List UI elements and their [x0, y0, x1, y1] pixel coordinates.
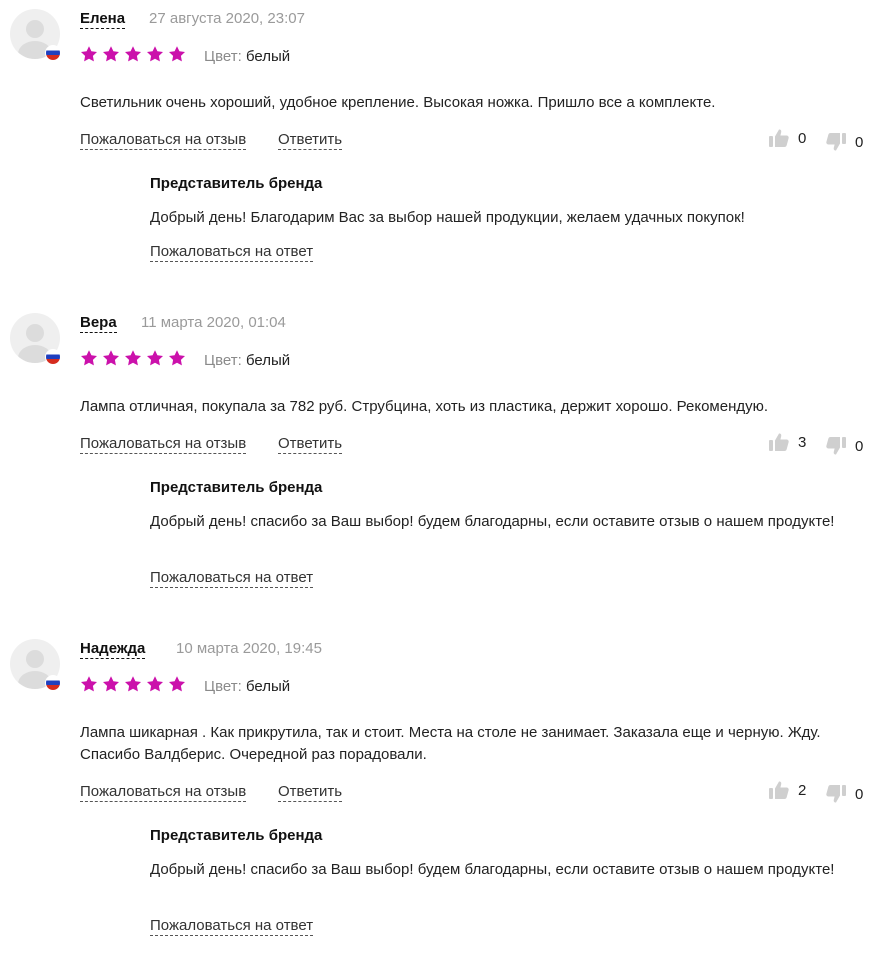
like-button[interactable]: 3	[768, 432, 806, 452]
brand-reply-text: Добрый день! спасибо за Ваш выбор! будем…	[150, 513, 835, 530]
country-flag-icon	[45, 45, 61, 61]
star-icon	[102, 349, 120, 367]
complain-review-link[interactable]: Пожаловаться на отзыв	[80, 783, 247, 802]
complain-review-link[interactable]: Пожаловаться на отзыв	[80, 131, 247, 150]
star-icon	[146, 349, 164, 367]
review-author[interactable]: Надежда	[80, 640, 146, 659]
brand-reply-text: Добрый день! спасибо за Ваш выбор! будем…	[150, 861, 835, 878]
star-icon	[80, 349, 98, 367]
review-text: Лампа шикарная . Как прикрутила, так и с…	[80, 724, 821, 763]
star-icon	[102, 45, 120, 63]
reply-link[interactable]: Ответить	[278, 435, 343, 454]
star-icon	[80, 45, 98, 63]
review-text: Лампа отличная, покупала за 782 руб. Стр…	[80, 398, 769, 415]
star-icon	[102, 675, 120, 693]
rating-stars	[80, 45, 186, 63]
review-date: 10 марта 2020, 19:45	[176, 640, 322, 657]
star-icon	[124, 675, 142, 693]
review-date: 11 марта 2020, 01:04	[141, 314, 286, 331]
review-date: 27 августа 2020, 23:07	[149, 10, 305, 27]
like-count: 2	[798, 781, 807, 799]
star-icon	[146, 45, 164, 63]
star-icon	[168, 675, 186, 693]
color-value: белый	[245, 48, 291, 65]
color-value: белый	[245, 678, 291, 695]
complain-review-link[interactable]: Пожаловаться на отзыв	[80, 435, 247, 454]
brand-reply-text: Добрый день! Благодарим Вас за выбор наш…	[150, 209, 745, 226]
complain-reply-link[interactable]: Пожаловаться на ответ	[150, 917, 314, 936]
brand-reply-title: Представитель бренда	[150, 827, 323, 844]
like-count: 0	[798, 129, 807, 147]
like-button[interactable]: 0	[768, 128, 806, 148]
thumbs-up-icon	[768, 128, 790, 148]
review-item: Елена 27 августа 2020, 23:07 Цвет: белый…	[0, 0, 889, 290]
reply-link[interactable]: Ответить	[278, 131, 343, 150]
brand-reply-title: Представитель бренда	[150, 479, 323, 496]
thumbs-up-icon	[768, 780, 790, 800]
rating-stars	[80, 675, 186, 693]
complain-reply-link[interactable]: Пожаловаться на ответ	[150, 243, 314, 262]
review-item: Надежда 10 марта 2020, 19:45 Цвет: белый…	[0, 630, 889, 956]
review-text: Светильник очень хороший, удобное крепле…	[80, 94, 716, 111]
dislike-count: 0	[855, 785, 864, 803]
thumbs-down-icon	[825, 784, 847, 804]
review-color: Цвет: белый	[204, 678, 290, 696]
review-author[interactable]: Елена	[80, 10, 126, 29]
star-icon	[80, 675, 98, 693]
color-value: белый	[245, 352, 291, 369]
complain-reply-link[interactable]: Пожаловаться на ответ	[150, 569, 314, 588]
dislike-count: 0	[855, 133, 864, 151]
dislike-count: 0	[855, 437, 864, 455]
country-flag-icon	[45, 349, 61, 365]
color-label: Цвет:	[204, 678, 242, 695]
star-icon	[146, 675, 164, 693]
country-flag-icon	[45, 675, 61, 691]
review-color: Цвет: белый	[204, 352, 290, 370]
like-count: 3	[798, 433, 807, 451]
dislike-button[interactable]: 0	[825, 436, 863, 456]
thumbs-down-icon	[825, 132, 847, 152]
color-label: Цвет:	[204, 352, 242, 369]
color-label: Цвет:	[204, 48, 242, 65]
brand-reply-title: Представитель бренда	[150, 175, 323, 192]
review-item: Вера 11 марта 2020, 01:04 Цвет: белый Ла…	[0, 304, 889, 616]
star-icon	[168, 349, 186, 367]
thumbs-up-icon	[768, 432, 790, 452]
dislike-button[interactable]: 0	[825, 784, 863, 804]
reply-link[interactable]: Ответить	[278, 783, 343, 802]
star-icon	[168, 45, 186, 63]
thumbs-down-icon	[825, 436, 847, 456]
review-author[interactable]: Вера	[80, 314, 117, 333]
star-icon	[124, 45, 142, 63]
review-color: Цвет: белый	[204, 48, 290, 66]
dislike-button[interactable]: 0	[825, 132, 863, 152]
like-button[interactable]: 2	[768, 780, 806, 800]
rating-stars	[80, 349, 186, 367]
star-icon	[124, 349, 142, 367]
